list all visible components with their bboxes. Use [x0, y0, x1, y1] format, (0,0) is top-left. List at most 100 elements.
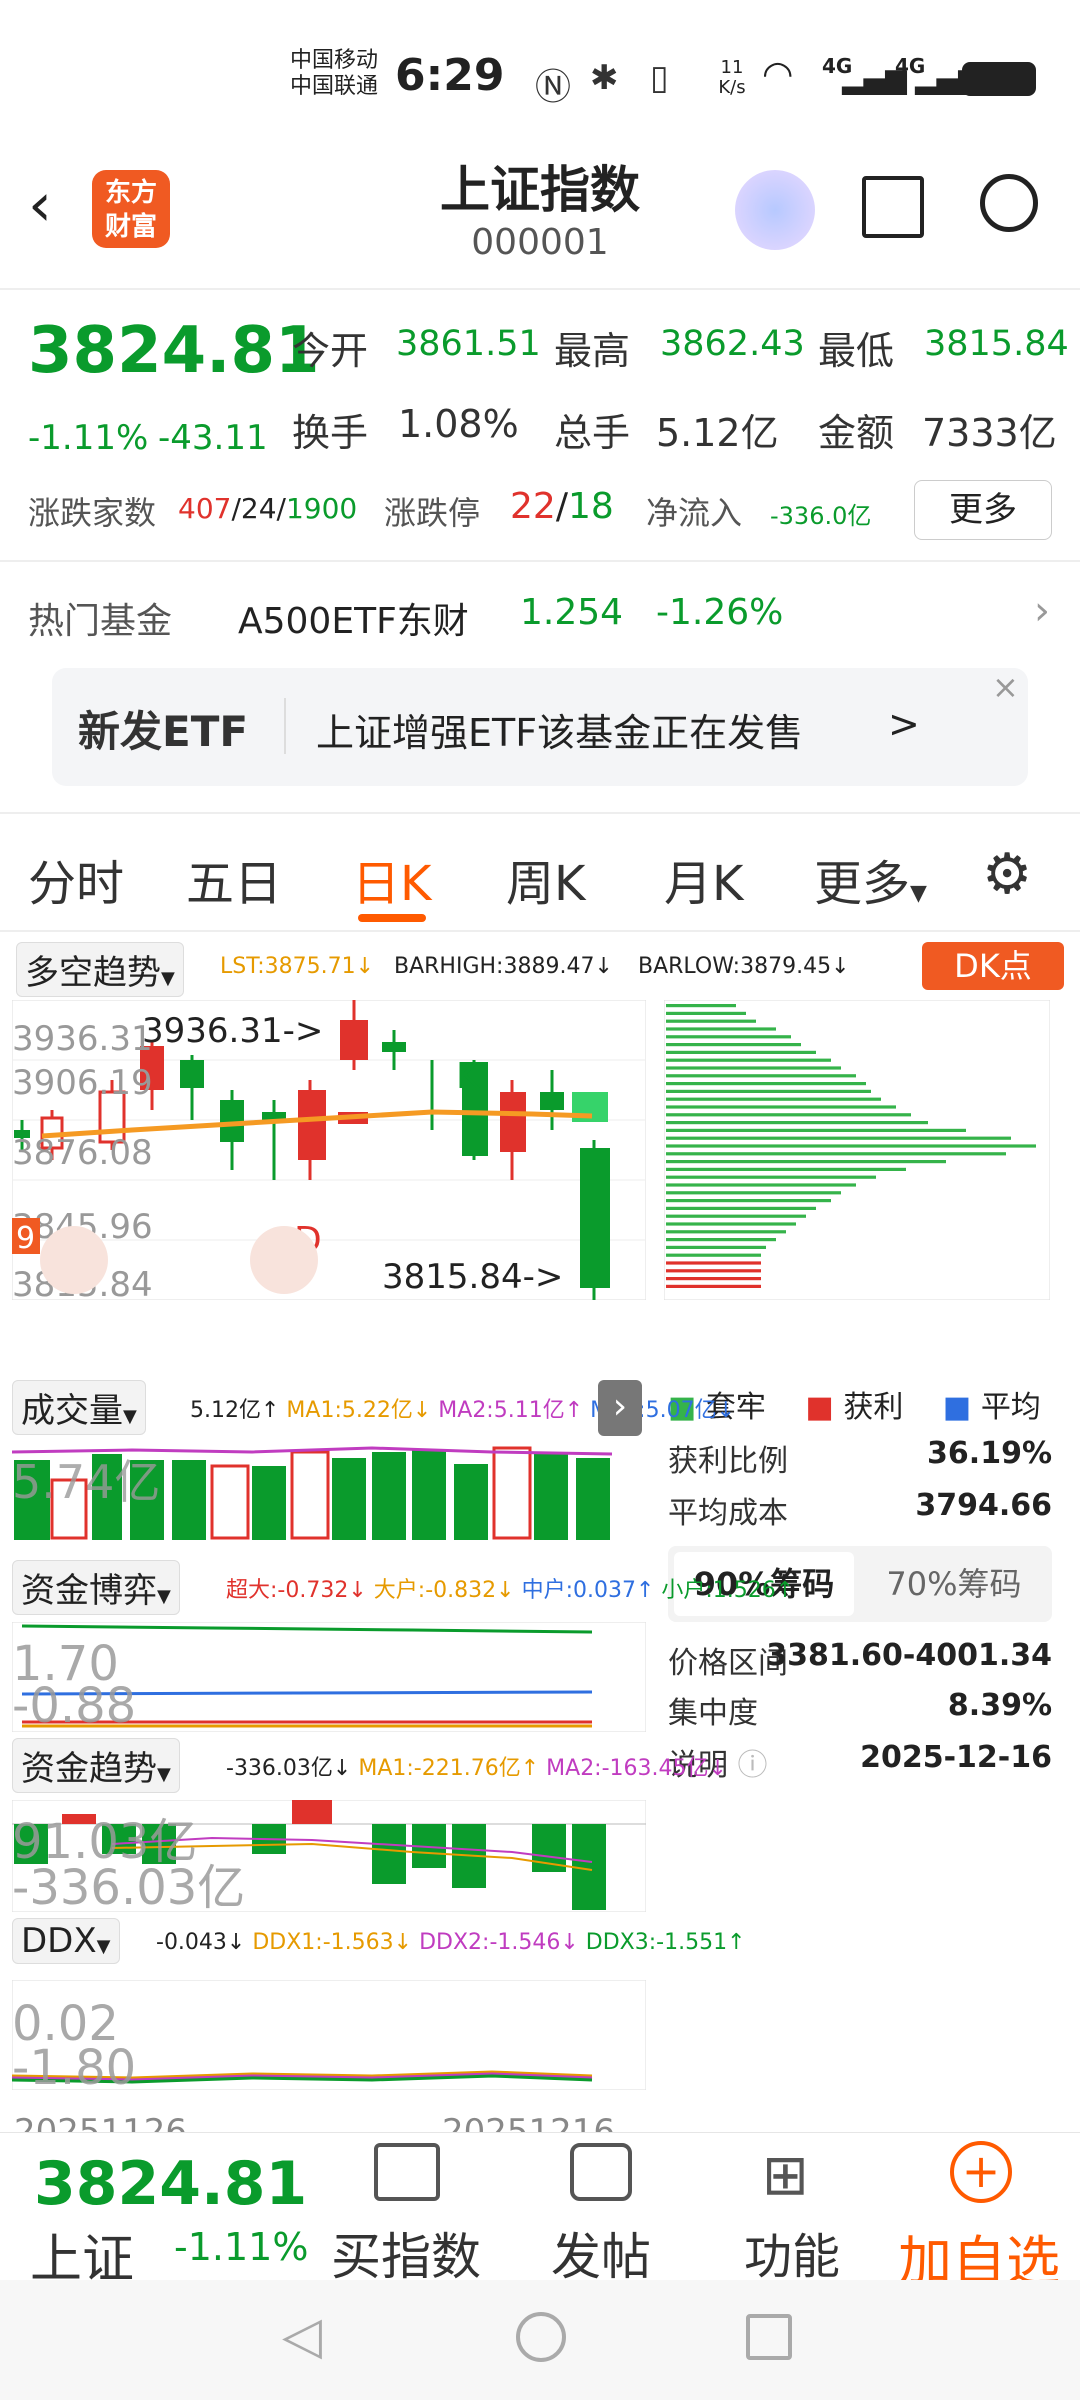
fund-trend-select[interactable]: 资金趋势▼: [12, 1738, 180, 1793]
current-price: 3824.81: [28, 314, 320, 388]
limit-up-count: 22: [510, 486, 556, 527]
up-count: 407: [178, 492, 232, 525]
nfc-icon: Ⓝ: [535, 67, 572, 108]
inflow-label: 净流入: [646, 494, 743, 532]
main-indicator-select[interactable]: 多空趋势▼: [16, 942, 184, 997]
volume-values: 5.12亿↑ MA1:5.22亿↓ MA2:5.11亿↑ MA3:5.07亿↓: [190, 1392, 735, 1424]
limit-down-count: 18: [567, 486, 614, 527]
tab-five-day[interactable]: 五日: [186, 844, 282, 914]
fullscreen-icon[interactable]: [250, 1226, 318, 1294]
fund-game-values: 超大:-0.732↓ 大户:-0.832↓ 中户:0.037↑ 小户:1.526…: [226, 1572, 794, 1604]
chip-bar: [666, 1191, 841, 1195]
buy-index-button[interactable]: 买指数: [316, 2133, 496, 2286]
clock: 6:29: [395, 50, 505, 101]
vol-ma1: MA1:5.22亿↓: [286, 1398, 432, 1423]
updown-label: 涨跌家数: [28, 494, 157, 532]
ddx2-value: DDX2:-1.546↓: [419, 1930, 579, 1955]
etf-banner[interactable]: 新发ETF 上证增强ETF该基金正在发售 > ×: [52, 668, 1028, 786]
ai-assistant-icon[interactable]: [735, 170, 815, 250]
concentration-value: 8.39%: [947, 1688, 1052, 1723]
tab-daily-k[interactable]: 日K: [352, 844, 431, 914]
nav-back-icon[interactable]: ◁: [282, 2306, 322, 2366]
chip-bar: [666, 1043, 801, 1047]
ddx-axis-bottom: -1.80: [12, 2040, 136, 2090]
nav-recents-icon[interactable]: [746, 2314, 792, 2360]
candlestick-chart[interactable]: 3936.31 3906.19 3876.08 3845.96 3815.84 …: [12, 1000, 646, 1300]
down-count: 1900: [285, 492, 358, 525]
volume-label: 总手: [554, 411, 631, 455]
expand-left-icon[interactable]: [40, 1226, 108, 1294]
tab-chip-70[interactable]: 70%筹码: [864, 1552, 1044, 1616]
more-button[interactable]: 更多: [914, 480, 1052, 540]
change-value: -43.11: [158, 418, 268, 458]
settings-gear-icon[interactable]: ⚙: [982, 842, 1032, 907]
y-label: 3906.19: [12, 1063, 153, 1103]
info-icon[interactable]: ⓘ: [738, 1748, 768, 1783]
vibrate-icon: ▯: [650, 58, 669, 98]
lst-value: LST:3875.71↓: [220, 954, 375, 979]
main-indicator-label: 多空趋势: [25, 953, 161, 993]
profit-ratio-label: 获利比例: [668, 1444, 788, 1479]
chip-bar: [666, 1089, 871, 1093]
tab-weekly-k[interactable]: 周K: [506, 844, 585, 914]
open-value: 3861.51: [396, 324, 541, 364]
nav-home-icon[interactable]: [516, 2312, 566, 2362]
banner-tag: 新发ETF: [78, 707, 249, 756]
avg-cost-value: 3794.66: [915, 1488, 1052, 1523]
close-icon[interactable]: ×: [992, 668, 1019, 706]
search-icon[interactable]: [980, 174, 1038, 232]
fund-price: 1.254: [520, 592, 624, 633]
chip-bar: [666, 1019, 756, 1023]
turnover-value: 1.08%: [398, 402, 519, 446]
banner-text: 上证增强ETF该基金正在发售: [316, 711, 804, 755]
bottom-action-bar: 3824.81 上证 -1.11% 买指数 发帖 ⊞ 功能 + 加自选: [0, 2132, 1080, 2293]
expand-panel-icon[interactable]: ›: [598, 1380, 642, 1436]
tab-intraday[interactable]: 分时: [28, 844, 124, 914]
trend-ma1: MA1:-221.76亿↑: [358, 1756, 540, 1781]
ddx-select[interactable]: DDX▼: [12, 1918, 120, 1964]
share-icon[interactable]: [862, 176, 924, 238]
chip-bar: [666, 1105, 896, 1109]
edit-icon: [570, 2143, 632, 2201]
trend-chart-icon: [374, 2143, 440, 2201]
post-button[interactable]: 发帖: [516, 2133, 686, 2286]
volume-indicator-select[interactable]: 成交量▼: [12, 1380, 146, 1435]
ddx-values: -0.043↓ DDX1:-1.563↓ DDX2:-1.546↓ DDX3:-…: [156, 1930, 746, 1955]
function-button[interactable]: ⊞ 功能: [712, 2133, 872, 2285]
fund-percent: -1.26%: [656, 592, 784, 633]
bottom-price: 3824.81: [34, 2149, 308, 2219]
wifi-icon: ◠: [762, 54, 794, 95]
dk-point-button[interactable]: DK点: [922, 942, 1064, 990]
chip-bar: [666, 1035, 791, 1039]
tab-monthly-k[interactable]: 月K: [664, 844, 743, 914]
caret-down-icon: ▼: [910, 881, 927, 906]
high-value: 3862.43: [660, 324, 805, 364]
ddx-label: DDX: [21, 1921, 97, 1961]
add-watchlist-button[interactable]: + 加自选: [884, 2133, 1074, 2293]
amount-value: 7333亿: [922, 411, 1057, 455]
bluetooth-icon: ✱: [590, 58, 619, 98]
chip-bar: [666, 1074, 856, 1078]
chip-bar: [666, 1222, 796, 1226]
fund-game-label: 资金博弈: [21, 1571, 157, 1611]
date-start: 20251126: [14, 2112, 188, 2132]
chip-bar: [666, 1253, 761, 1257]
chip-distribution-chart: [664, 1000, 1050, 1300]
legend-profit-swatch: ■: [805, 1390, 834, 1425]
chip-bar: [666, 1238, 776, 1242]
tab-more[interactable]: 更多▼: [814, 844, 927, 914]
k-mark: K: [456, 1056, 481, 1097]
fund-game-select[interactable]: 资金博弈▼: [12, 1560, 180, 1615]
open-label: 今开: [292, 329, 369, 373]
chip-bar: [666, 1113, 911, 1117]
caret-down-icon: ▼: [96, 1936, 111, 1957]
change-percent: -1.11%: [28, 418, 149, 458]
legend-avg: 平均: [980, 1390, 1041, 1425]
note-date: 2025-12-16: [860, 1740, 1052, 1775]
caret-down-icon: ▼: [157, 1586, 171, 1607]
carrier-2: 中国联通: [290, 74, 379, 99]
date-end: 20251216: [442, 2112, 616, 2132]
hot-fund-row[interactable]: 热门基金 A500ETF东财 1.254 -1.26% ›: [0, 560, 1080, 670]
ddx-chart: 0.02 -1.80: [12, 1980, 646, 2090]
buy-index-label: 买指数: [331, 2228, 481, 2286]
